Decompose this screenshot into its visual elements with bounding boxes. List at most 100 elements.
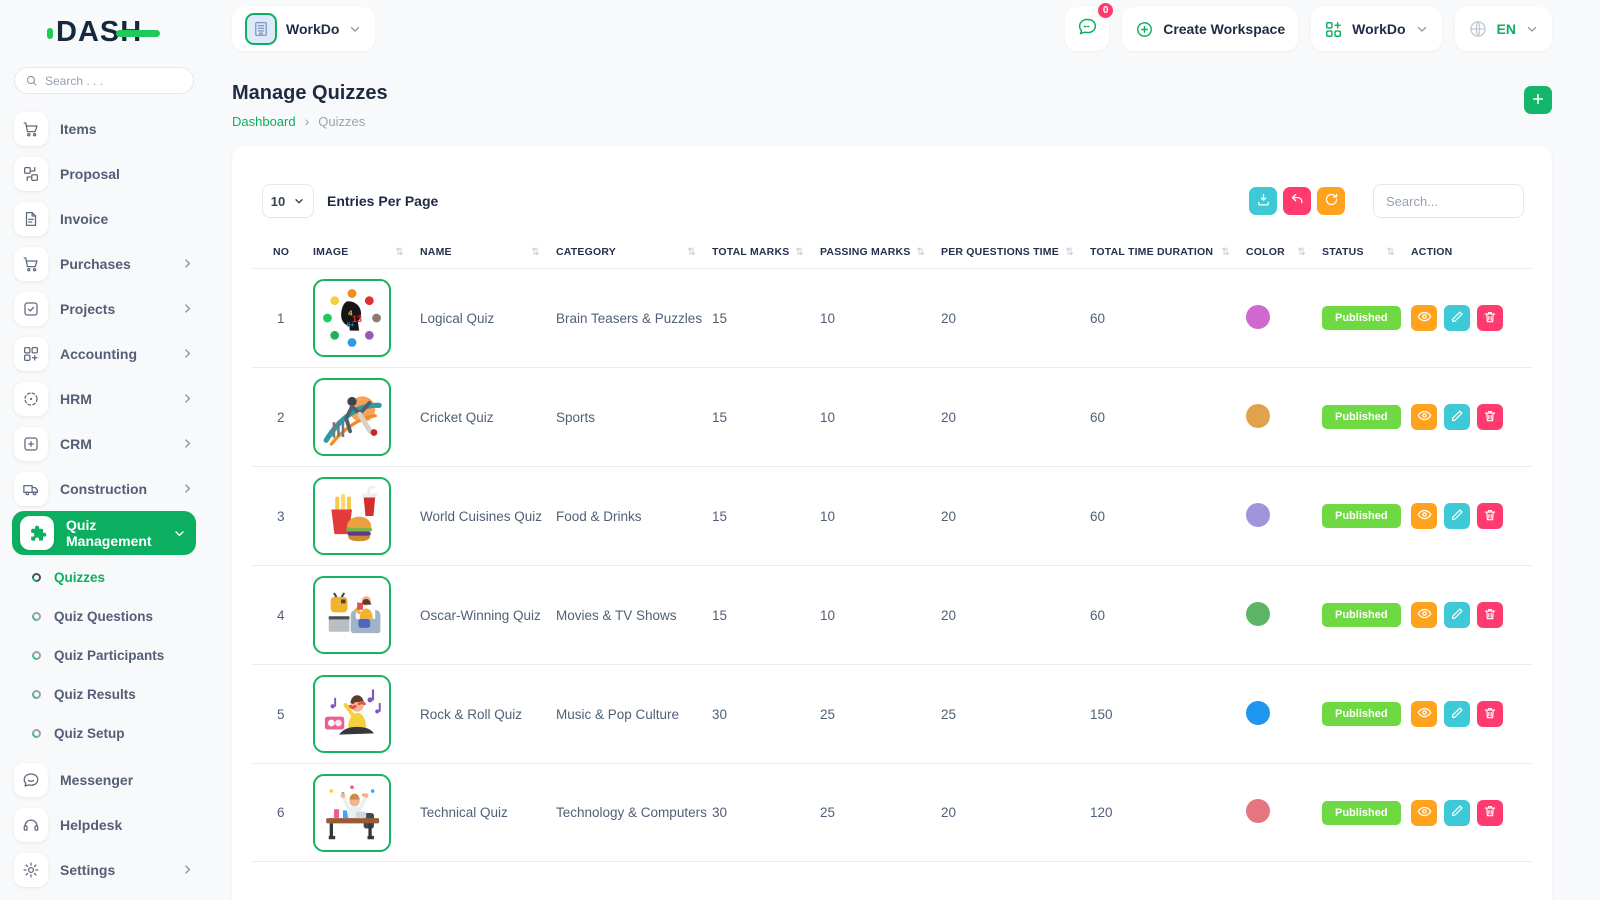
reset-button[interactable] bbox=[1283, 187, 1311, 215]
delete-button[interactable] bbox=[1477, 800, 1503, 826]
create-workspace-button[interactable]: Create Workspace bbox=[1122, 7, 1298, 51]
cell-status: Published bbox=[1322, 405, 1411, 429]
messages-button[interactable]: 0 bbox=[1065, 7, 1109, 51]
sidebar-item-purchases[interactable]: Purchases bbox=[0, 241, 208, 286]
sort-icon: ⇅ bbox=[916, 247, 925, 258]
sidebar-item-projects[interactable]: Projects bbox=[0, 286, 208, 331]
column-header-status[interactable]: STATUS⇅ bbox=[1322, 246, 1411, 258]
cell-total-time-duration: 60 bbox=[1090, 509, 1246, 524]
cell-name: Oscar-Winning Quiz bbox=[420, 608, 556, 623]
view-button[interactable] bbox=[1411, 503, 1437, 529]
language-switcher[interactable]: EN bbox=[1455, 7, 1552, 51]
sidebar-item-accounting[interactable]: Accounting bbox=[0, 331, 208, 376]
chevron-right-icon bbox=[181, 392, 194, 405]
breadcrumb-dashboard-link[interactable]: Dashboard bbox=[232, 114, 296, 129]
refresh-button[interactable] bbox=[1317, 187, 1345, 215]
sidebar-item-crm[interactable]: CRM bbox=[0, 421, 208, 466]
plus-icon bbox=[1530, 91, 1546, 110]
cell-actions bbox=[1411, 701, 1532, 727]
edit-button[interactable] bbox=[1444, 305, 1470, 331]
table-search-input[interactable] bbox=[1373, 184, 1524, 218]
pencil-icon bbox=[1450, 607, 1464, 624]
cell-color bbox=[1246, 404, 1322, 431]
sidebar-item-invoice[interactable]: Invoice bbox=[0, 196, 208, 241]
entries-select[interactable]: 10 bbox=[262, 184, 314, 218]
cell-category: Movies & TV Shows bbox=[556, 608, 712, 623]
sidebar-search[interactable] bbox=[14, 67, 194, 94]
column-header-label: ACTION bbox=[1411, 246, 1452, 258]
sidebar-item-settings[interactable]: Settings bbox=[0, 847, 208, 892]
status-badge: Published bbox=[1322, 504, 1401, 528]
delete-button[interactable] bbox=[1477, 602, 1503, 628]
column-header-category[interactable]: CATEGORY⇅ bbox=[556, 246, 712, 258]
bullet-icon bbox=[30, 610, 43, 623]
table-row: 3World Cuisines QuizFood & Drinks1510206… bbox=[252, 466, 1532, 565]
cell-status: Published bbox=[1322, 801, 1411, 825]
column-header-total-time-duration[interactable]: TOTAL TIME DURATION⇅ bbox=[1090, 246, 1246, 258]
column-header-label: NAME bbox=[420, 246, 452, 258]
cell-total-marks: 30 bbox=[712, 805, 820, 820]
cell-total-time-duration: 150 bbox=[1090, 707, 1246, 722]
eye-icon bbox=[1417, 606, 1432, 624]
column-header-image[interactable]: IMAGE⇅ bbox=[313, 246, 420, 258]
sidebar-search-input[interactable] bbox=[45, 74, 175, 88]
svg-text:5+: 5+ bbox=[347, 322, 355, 329]
quizzes-card: 10 Entries Per Page bbox=[232, 146, 1552, 900]
column-header-per-questions-time[interactable]: PER QUESTIONS TIME⇅ bbox=[941, 246, 1090, 258]
sidebar-item-quiz-questions[interactable]: Quiz Questions bbox=[0, 597, 208, 636]
column-header-name[interactable]: NAME⇅ bbox=[420, 246, 556, 258]
cell-per-questions-time: 25 bbox=[941, 707, 1090, 722]
sidebar-item-quiz-participants[interactable]: Quiz Participants bbox=[0, 636, 208, 675]
entries-label: Entries Per Page bbox=[327, 193, 438, 209]
add-quiz-button[interactable] bbox=[1524, 86, 1552, 114]
edit-button[interactable] bbox=[1444, 800, 1470, 826]
sort-icon: ⇅ bbox=[1221, 247, 1230, 258]
edit-button[interactable] bbox=[1444, 503, 1470, 529]
chat-bubble-icon bbox=[1077, 16, 1098, 42]
edit-button[interactable] bbox=[1444, 602, 1470, 628]
sidebar-item-messenger[interactable]: Messenger bbox=[0, 757, 208, 802]
cell-no: 4 bbox=[273, 608, 313, 623]
edit-button[interactable] bbox=[1444, 701, 1470, 727]
cell-total-time-duration: 120 bbox=[1090, 805, 1246, 820]
cell-actions bbox=[1411, 602, 1532, 628]
column-header-color[interactable]: COLOR⇅ bbox=[1246, 246, 1322, 258]
sidebar-item-quiz-management[interactable]: Quiz Management bbox=[12, 511, 196, 555]
bullet-icon bbox=[30, 571, 43, 584]
edit-button[interactable] bbox=[1444, 404, 1470, 430]
column-header-label: CATEGORY bbox=[556, 246, 616, 258]
sidebar-item-quiz-setup[interactable]: Quiz Setup bbox=[0, 714, 208, 753]
cell-name: Logical Quiz bbox=[420, 311, 556, 326]
workspace-switcher[interactable]: WorkDo bbox=[1311, 7, 1441, 51]
sort-icon: ⇅ bbox=[1065, 247, 1074, 258]
chevron-down-icon bbox=[173, 527, 186, 540]
check-square-icon bbox=[14, 292, 48, 326]
sidebar-item-items[interactable]: Items bbox=[0, 106, 208, 151]
cell-total-time-duration: 60 bbox=[1090, 608, 1246, 623]
column-header-total-marks[interactable]: TOTAL MARKS⇅ bbox=[712, 246, 820, 258]
chevron-down-icon bbox=[348, 22, 362, 36]
sidebar-item-helpdesk[interactable]: Helpdesk bbox=[0, 802, 208, 847]
cell-per-questions-time: 20 bbox=[941, 509, 1090, 524]
delete-button[interactable] bbox=[1477, 503, 1503, 529]
sidebar-item-quizzes[interactable]: Quizzes bbox=[0, 558, 208, 597]
delete-button[interactable] bbox=[1477, 404, 1503, 430]
view-button[interactable] bbox=[1411, 701, 1437, 727]
view-button[interactable] bbox=[1411, 305, 1437, 331]
view-button[interactable] bbox=[1411, 404, 1437, 430]
workspace-chip[interactable]: WorkDo bbox=[232, 7, 375, 51]
sidebar-item-construction[interactable]: Construction bbox=[0, 466, 208, 511]
column-header-label: PASSING MARKS bbox=[820, 246, 911, 258]
column-header-passing-marks[interactable]: PASSING MARKS ⇅ bbox=[820, 246, 941, 258]
view-button[interactable] bbox=[1411, 602, 1437, 628]
view-button[interactable] bbox=[1411, 800, 1437, 826]
cell-actions bbox=[1411, 305, 1532, 331]
trash-icon bbox=[1483, 607, 1497, 624]
sidebar-item-hrm[interactable]: HRM bbox=[0, 376, 208, 421]
sidebar-item-quiz-results[interactable]: Quiz Results bbox=[0, 675, 208, 714]
status-badge: Published bbox=[1322, 405, 1401, 429]
sidebar-item-proposal[interactable]: Proposal bbox=[0, 151, 208, 196]
export-button[interactable] bbox=[1249, 187, 1277, 215]
delete-button[interactable] bbox=[1477, 701, 1503, 727]
delete-button[interactable] bbox=[1477, 305, 1503, 331]
